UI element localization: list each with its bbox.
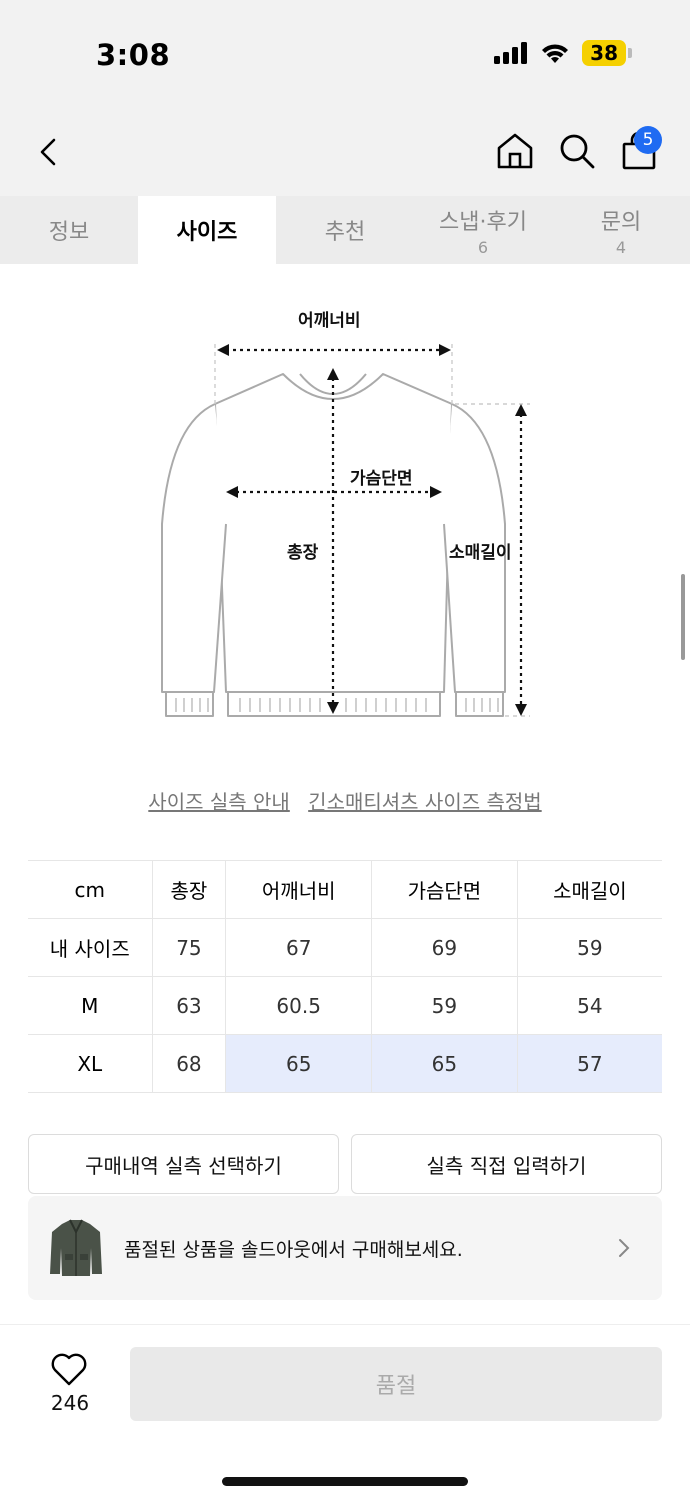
measure-method-link[interactable]: 긴소매티셔츠 사이즈 측정법 — [308, 790, 542, 814]
sweatshirt-diagram — [161, 344, 530, 717]
heart-icon[interactable] — [50, 1351, 88, 1387]
table-row: XL 68 65 65 57 — [28, 1034, 662, 1093]
purchase-history-measure-button[interactable]: 구매내역 실측 선택하기 — [28, 1134, 339, 1194]
home-icon[interactable] — [494, 130, 536, 172]
chevron-right-icon — [619, 1239, 630, 1257]
tab-label: 추천 — [324, 220, 366, 245]
tab-label: 문의 — [600, 209, 642, 235]
table-header-row: cm 총장 어깨너비 가슴단면 소매길이 — [28, 860, 662, 919]
search-icon[interactable] — [556, 130, 598, 172]
shoulder-label: 어깨너비 — [298, 311, 361, 331]
tab-snap-review[interactable]: 스냅·후기 6 — [414, 196, 552, 264]
status-time: 3:08 — [96, 38, 171, 72]
signal-icon — [494, 42, 528, 64]
tab-count: 4 — [615, 237, 627, 257]
table-header: 가슴단면 — [371, 860, 518, 919]
table-cell: 59 — [371, 976, 518, 1035]
sleeve-label: 소매길이 — [449, 543, 512, 563]
soldout-button[interactable]: 품절 — [130, 1347, 662, 1421]
size-diagram: 어깨너비 가슴단면 총장 소매길이 — [0, 264, 690, 764]
nav-bar: 5 — [0, 110, 690, 196]
table-row: 내 사이즈 75 67 69 59 — [28, 918, 662, 977]
length-label: 총장 — [287, 543, 319, 563]
table-cell: 69 — [371, 918, 518, 977]
tab-count: 6 — [477, 237, 489, 257]
table-header: 소매길이 — [516, 860, 662, 919]
table-cell: 67 — [225, 918, 373, 977]
bottom-action-bar: 246 품절 — [0, 1324, 690, 1500]
tab-label: 사이즈 — [176, 220, 238, 245]
row-label: M — [28, 976, 153, 1035]
table-cell-highlighted: 65 — [225, 1034, 373, 1093]
table-cell: 75 — [151, 918, 227, 977]
table-header: 어깨너비 — [225, 860, 373, 919]
scrollbar[interactable] — [681, 574, 685, 660]
home-indicator — [222, 1477, 468, 1486]
table-cell: 59 — [516, 918, 662, 977]
row-label: XL — [28, 1034, 153, 1093]
table-cell: 60.5 — [225, 976, 373, 1035]
battery-icon: 38 — [582, 40, 632, 66]
table-header: cm — [28, 860, 153, 919]
tab-label: 정보 — [48, 220, 90, 245]
back-icon[interactable] — [30, 132, 70, 172]
like-count: 246 — [50, 1391, 90, 1415]
table-row: M 63 60.5 59 54 — [28, 976, 662, 1035]
status-bar: 3:08 38 — [0, 0, 690, 110]
tab-inquiry[interactable]: 문의 4 — [552, 196, 690, 264]
table-cell-highlighted: 65 — [371, 1034, 518, 1093]
soldout-banner-text: 품절된 상품을 솔드아웃에서 구매해보세요. — [124, 1238, 463, 1261]
size-table: cm 총장 어깨너비 가슴단면 소매길이 내 사이즈 75 67 69 59 M… — [28, 860, 662, 1093]
cart-count-badge: 5 — [634, 126, 662, 154]
chest-label: 가슴단면 — [350, 469, 413, 489]
table-header: 총장 — [151, 860, 227, 919]
jacket-thumbnail — [50, 1219, 102, 1276]
manual-measure-input-button[interactable]: 실측 직접 입력하기 — [351, 1134, 662, 1194]
status-icons: 38 — [494, 40, 632, 66]
product-tabs: 정보 사이즈 추천 스냅·후기 6 문의 4 — [0, 196, 690, 264]
tab-size[interactable]: 사이즈 — [138, 196, 276, 264]
size-guide-links: 사이즈 실측 안내 긴소매티셔츠 사이즈 측정법 — [0, 786, 690, 815]
table-cell: 63 — [151, 976, 227, 1035]
wifi-icon — [542, 44, 569, 63]
tab-recommend[interactable]: 추천 — [276, 196, 414, 264]
size-guide-link[interactable]: 사이즈 실측 안내 — [148, 790, 290, 814]
table-cell: 54 — [516, 976, 662, 1035]
row-label: 내 사이즈 — [28, 918, 153, 977]
measure-button-row: 구매내역 실측 선택하기 실측 직접 입력하기 — [28, 1134, 662, 1194]
tab-label: 스냅·후기 — [439, 209, 527, 235]
battery-level: 38 — [582, 40, 626, 66]
tab-info[interactable]: 정보 — [0, 196, 138, 264]
soldout-banner[interactable]: 품절된 상품을 솔드아웃에서 구매해보세요. — [28, 1196, 662, 1300]
table-cell-highlighted: 57 — [516, 1034, 662, 1093]
table-cell: 68 — [151, 1034, 227, 1093]
